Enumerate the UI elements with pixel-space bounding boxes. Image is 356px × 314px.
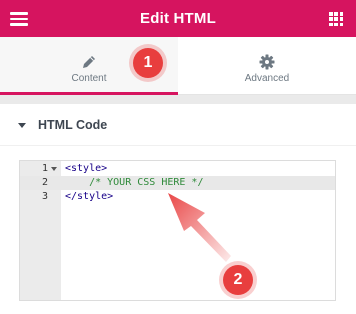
pencil-icon xyxy=(83,56,95,68)
tab-advanced-label: Advanced xyxy=(244,73,290,84)
panel-title: Edit HTML xyxy=(140,10,216,27)
fold-arrow-icon[interactable] xyxy=(51,167,57,171)
code-text: <style> xyxy=(65,163,108,174)
tab-advanced[interactable]: Advanced xyxy=(178,37,356,95)
line-number: 3 xyxy=(41,191,48,202)
code-line-active[interactable]: 2 /* YOUR CSS HERE */ xyxy=(20,176,335,190)
editor-header: Edit HTML xyxy=(0,0,356,37)
annotation-badge-2: 2 xyxy=(223,265,253,295)
code-editor[interactable]: 1 <style> 2 /* YOUR CSS HERE */ 3 </styl… xyxy=(19,160,336,301)
gear-icon xyxy=(259,54,275,70)
section-divider xyxy=(0,95,356,104)
code-text: </style> xyxy=(65,191,114,202)
caret-down-icon xyxy=(18,123,26,128)
annotation-badge-1: 1 xyxy=(133,48,163,78)
code-line[interactable]: 3 </style> xyxy=(20,190,335,204)
panel-tabs: Content Advanced xyxy=(0,37,356,95)
section-title: HTML Code xyxy=(38,118,108,132)
line-number: 1 xyxy=(41,163,48,174)
code-line[interactable]: 1 <style> xyxy=(20,162,335,176)
code-text: /* YOUR CSS HERE */ xyxy=(65,177,204,188)
section-toggle-html-code[interactable]: HTML Code xyxy=(0,104,356,146)
grid-apps-icon[interactable] xyxy=(329,12,343,26)
line-number: 2 xyxy=(41,177,48,188)
